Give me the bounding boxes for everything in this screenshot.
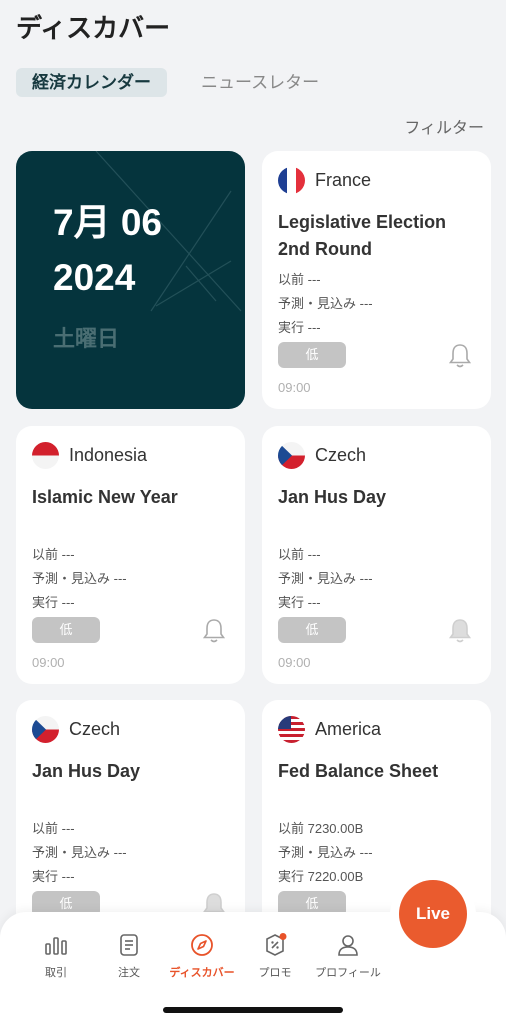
country-header: Czech: [278, 442, 366, 469]
event-card[interactable]: Czech Jan Hus Day 以前 --- 予測・見込み --- 実行 -…: [262, 426, 491, 684]
event-title: Jan Hus Day: [32, 761, 141, 781]
nav-label: ディスカバー: [169, 967, 235, 979]
country-header: France: [278, 167, 371, 194]
forecast-value: 予測・見込み ---: [278, 296, 373, 311]
czech-flag: [32, 716, 59, 743]
country-header: Czech: [32, 716, 120, 743]
document-icon: [120, 934, 138, 956]
event-title: Fed Balance Sheet: [278, 761, 439, 781]
forecast-value: 予測・見込み ---: [32, 845, 127, 860]
actual-value: 実行 ---: [278, 320, 321, 335]
nav-label: 注文: [118, 967, 140, 979]
usa-flag: [278, 716, 305, 743]
date-year: 2024: [53, 257, 136, 298]
actual-value: 実行 7220.00B: [278, 869, 364, 884]
page-title: ディスカバー: [16, 13, 171, 43]
event-time: 09:00: [278, 380, 311, 395]
event-time: 09:00: [278, 655, 311, 670]
nav-trade[interactable]: 取引: [16, 932, 96, 980]
compass-icon: [191, 934, 213, 956]
country-name: Czech: [69, 719, 121, 739]
previous-value: 以前 ---: [32, 547, 75, 562]
coupon-icon: [266, 933, 287, 956]
country-name: America: [315, 719, 382, 739]
previous-value: 以前 ---: [278, 547, 321, 562]
actual-value: 実行 ---: [32, 869, 75, 884]
event-card[interactable]: Indonesia Islamic New Year 以前 --- 予測・見込み…: [16, 426, 245, 684]
actual-value: 実行 ---: [278, 595, 321, 610]
bell-icon[interactable]: [447, 342, 473, 370]
event-title: Legislative Election 2nd Round: [278, 212, 447, 259]
event-card[interactable]: France Legislative Election 2nd Round 以前…: [262, 151, 491, 409]
nav-label: プロモ: [258, 967, 292, 979]
importance-badge: 低: [278, 342, 346, 368]
nav-orders[interactable]: 注文: [89, 932, 169, 980]
date-card: 7月 06 2024 土曜日: [16, 151, 245, 409]
event-title: Jan Hus Day: [278, 487, 387, 507]
home-indicator: [163, 1007, 343, 1013]
nav-discover[interactable]: ディスカバー: [162, 932, 242, 980]
previous-value: 以前 7230.00B: [278, 821, 364, 836]
forecast-value: 予測・見込み ---: [278, 571, 373, 586]
france-flag: [278, 167, 305, 194]
bell-icon[interactable]: [447, 617, 473, 645]
country-name: France: [315, 170, 372, 190]
importance-badge: 低: [278, 617, 346, 643]
country-header: America: [278, 716, 381, 743]
importance-badge: 低: [32, 617, 100, 643]
tab-bar: 経済カレンダー ニュースレター: [16, 68, 335, 97]
tab-economic-calendar[interactable]: 経済カレンダー: [16, 68, 167, 97]
czech-flag: [278, 442, 305, 469]
nav-label: 取引: [45, 967, 67, 979]
previous-value: 以前 ---: [32, 821, 75, 836]
country-name: Indonesia: [69, 445, 148, 465]
date-weekday: 土曜日: [53, 326, 120, 351]
previous-value: 以前 ---: [278, 272, 321, 287]
indonesia-flag: [32, 442, 59, 469]
country-header: Indonesia: [32, 442, 147, 469]
nav-label: プロフィール: [315, 967, 381, 979]
person-icon: [338, 935, 358, 956]
date-day: 7月 06: [53, 202, 163, 243]
nav-promo[interactable]: プロモ: [235, 932, 315, 980]
country-name: Czech: [315, 445, 367, 465]
live-button[interactable]: Live: [399, 880, 467, 948]
actual-value: 実行 ---: [32, 595, 75, 610]
event-time: 09:00: [32, 655, 65, 670]
forecast-value: 予測・見込み ---: [32, 571, 127, 586]
filter-button[interactable]: フィルター: [404, 114, 484, 138]
bell-icon[interactable]: [201, 617, 227, 645]
nav-profile[interactable]: プロフィール: [308, 932, 388, 980]
forecast-value: 予測・見込み ---: [278, 845, 373, 860]
event-title: Islamic New Year: [32, 487, 178, 507]
bar-chart-icon: [45, 937, 67, 955]
tab-newsletter[interactable]: ニュースレター: [185, 68, 335, 97]
